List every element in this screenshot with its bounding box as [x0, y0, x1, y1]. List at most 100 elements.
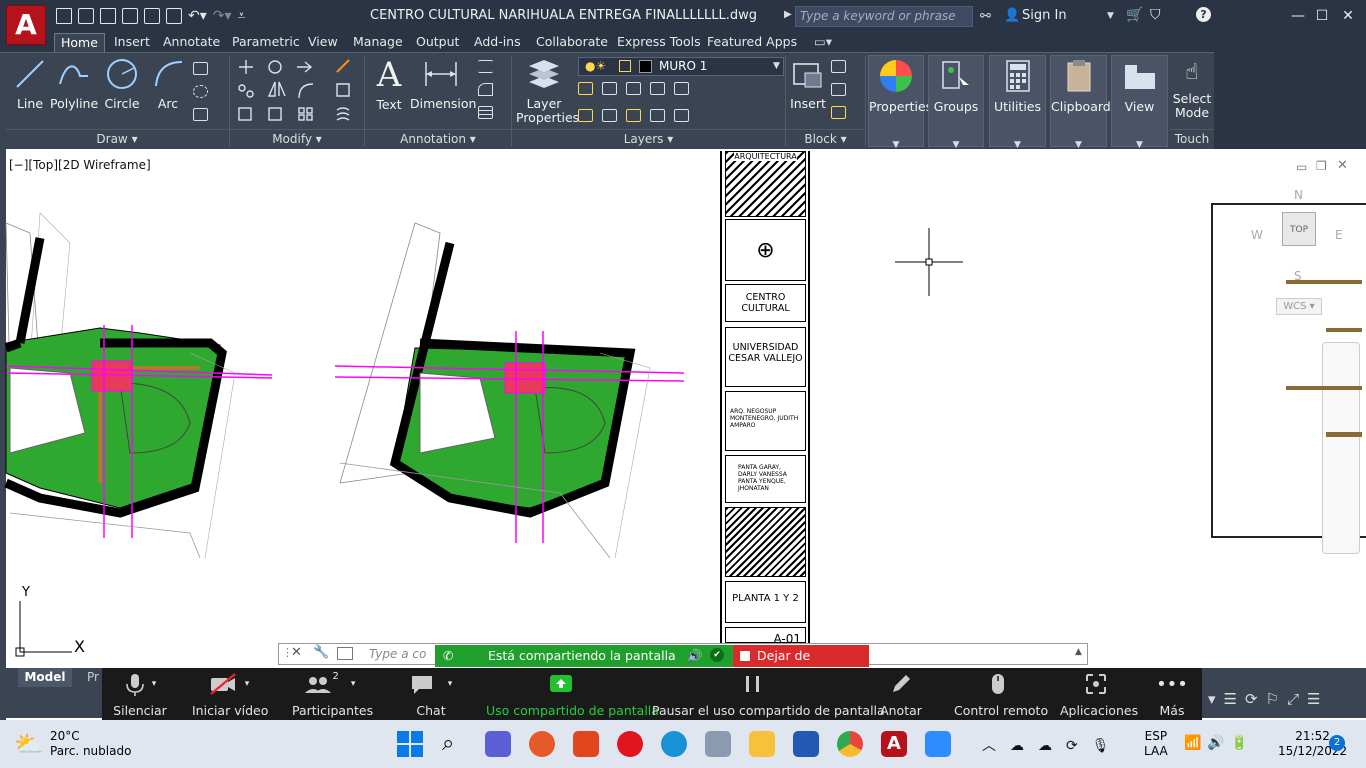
edit-block-icon[interactable] [831, 83, 846, 96]
circle-tool[interactable]: Circle [102, 58, 142, 111]
model-tab[interactable]: Model [18, 668, 72, 687]
language-indicator[interactable]: ESP LAA [1144, 729, 1168, 759]
insert-block-tool[interactable]: Insert [789, 58, 827, 111]
undo-icon[interactable]: ↶▾ [188, 8, 207, 26]
app-icon-2[interactable] [705, 731, 731, 757]
binoculars-icon[interactable]: ⚯ [980, 9, 994, 24]
attribute-icon[interactable] [831, 106, 846, 119]
dimension-tool[interactable]: Dimension [410, 58, 476, 111]
linear-dim-icon[interactable] [478, 60, 493, 73]
weather-widget[interactable]: 20°C Parc. nublado [50, 729, 131, 759]
remote-control-button[interactable]: Control remoto [954, 672, 1048, 718]
network-volume-battery-icons[interactable]: 📶🔊🔋 [1184, 735, 1254, 751]
create-block-icon[interactable] [831, 60, 846, 73]
tab-manage[interactable]: Manage [353, 33, 403, 52]
groups-tile[interactable]: Groups ▼ [928, 55, 984, 150]
cmd-history-icon[interactable]: ▲ [1075, 647, 1082, 657]
redo-icon[interactable]: ↷▾ [213, 8, 232, 26]
close-icon[interactable]: ✕ [1338, 6, 1358, 26]
expand-arrow-icon[interactable]: ▶ [784, 9, 792, 20]
annotate-button[interactable]: Anotar [878, 672, 924, 718]
layer-tool-8-icon[interactable] [626, 109, 641, 122]
modify-icons[interactable] [237, 58, 365, 126]
arc-tool[interactable]: Arc [150, 58, 186, 111]
draw-panel-title[interactable]: Draw ▾ [6, 129, 228, 147]
weather-icon[interactable]: ⛅ [14, 730, 44, 758]
word-icon[interactable] [793, 731, 819, 757]
zoom-taskbar-icon[interactable] [925, 731, 951, 757]
layout-tab-partial[interactable]: Pr [87, 670, 99, 684]
tab-insert[interactable]: Insert [114, 33, 150, 52]
participants-button[interactable]: 2 ▾ Participantes [292, 671, 373, 719]
app-icon-1[interactable] [529, 731, 555, 757]
minimize-icon[interactable]: — [1288, 6, 1308, 26]
modify-panel-title[interactable]: Modify ▾ [230, 129, 364, 147]
layer-tool-2-icon[interactable] [602, 82, 617, 95]
layer-tool-7-icon[interactable] [602, 109, 617, 122]
cmd-prompt-icon[interactable] [337, 647, 353, 660]
tab-annotate[interactable]: Annotate [163, 33, 220, 52]
cart-icon[interactable]: 🛒 [1126, 7, 1143, 23]
apps-button[interactable]: Aplicaciones [1060, 672, 1138, 718]
new-file-icon[interactable] [56, 8, 72, 24]
tab-add-ins[interactable]: Add-ins [474, 33, 521, 52]
viewcube-top[interactable]: TOP [1282, 212, 1316, 246]
viewport-restore-icon[interactable]: ❐ [1316, 159, 1327, 173]
autodesk-app-icon[interactable]: ⛉ [1150, 7, 1161, 23]
layer-tool-1-icon[interactable] [578, 82, 593, 95]
opera-icon[interactable] [617, 731, 643, 757]
table-icon[interactable] [478, 106, 493, 119]
utilities-tile[interactable]: Utilities ▼ [989, 55, 1046, 150]
notification-badge[interactable]: 2 [1329, 735, 1345, 751]
open-file-icon[interactable] [78, 8, 94, 24]
search-input[interactable]: Type a keyword or phrase [795, 6, 973, 27]
system-tray-icons[interactable]: ︿☁☁⟳🎙 [982, 735, 1124, 755]
pause-share-button[interactable]: Pausar el uso compartido de pantalla [652, 672, 885, 718]
rectangle-icon[interactable] [193, 62, 208, 75]
speaker-icon[interactable]: 🔊 [687, 645, 703, 667]
annotation-panel-title[interactable]: Annotation ▾ [365, 129, 511, 147]
line-tool[interactable]: Line [12, 58, 48, 111]
tab-collaborate[interactable]: Collaborate [536, 33, 608, 52]
help-icon[interactable]: ? [1196, 7, 1211, 22]
mute-button[interactable]: ▾ Silenciar [112, 672, 168, 718]
polyline-tool[interactable]: Polyline [50, 58, 98, 111]
status-bar-tools[interactable]: ▾☰⟳⚐⤢☰ [1204, 690, 1366, 718]
workspace-toggle-icon[interactable]: ▭▾ [814, 33, 832, 52]
layer-properties-tool[interactable]: Layer Properties [516, 58, 579, 125]
save-as-icon[interactable] [122, 8, 138, 24]
teams-chat-icon[interactable] [485, 731, 511, 757]
autocad-logo-button[interactable]: A [6, 5, 46, 45]
tab-home[interactable]: Home [54, 33, 105, 52]
maximize-icon[interactable]: ☐ [1312, 6, 1332, 26]
chat-button[interactable]: ▾ Chat [408, 672, 454, 718]
start-video-button[interactable]: ▾ Iniciar vídeo [192, 672, 268, 718]
layer-dropdown[interactable]: ●☀ MURO 1 ▼ [578, 57, 784, 76]
sign-in-button[interactable]: Sign In [1022, 8, 1067, 23]
region-icon[interactable] [193, 108, 208, 121]
text-tool[interactable]: A Text [370, 56, 408, 112]
tab-output[interactable]: Output [416, 33, 459, 52]
save-icon[interactable] [100, 8, 116, 24]
edge-icon[interactable] [661, 731, 687, 757]
view-tile[interactable]: View ▼ [1111, 55, 1168, 150]
block-panel-title[interactable]: Block ▾ [786, 129, 865, 147]
chrome-icon[interactable] [837, 731, 863, 757]
office-icon[interactable] [573, 731, 599, 757]
tab-express-tools[interactable]: Express Tools [617, 33, 701, 52]
navigation-bar[interactable] [1322, 342, 1360, 554]
customize-qat-icon[interactable]: ⩡ [238, 8, 246, 26]
print-icon[interactable] [166, 8, 182, 24]
properties-tile[interactable]: Properties ▼ [868, 55, 932, 150]
layer-tool-4-icon[interactable] [650, 82, 665, 95]
leader-icon[interactable] [478, 83, 493, 96]
autocad-taskbar-icon[interactable]: A [881, 731, 907, 757]
tab-featured-apps[interactable]: Featured Apps [707, 33, 797, 52]
cmd-customize-icon[interactable]: 🔧 [313, 645, 329, 660]
search-taskbar-icon[interactable]: ⌕ [442, 731, 454, 756]
viewport-minimize-icon[interactable]: ▭ [1296, 160, 1307, 174]
cmd-close-icon[interactable]: ✕ [291, 645, 302, 660]
wcs-dropdown[interactable]: WCS ▾ [1276, 298, 1322, 315]
layers-panel-title[interactable]: Layers ▾ [512, 129, 785, 147]
tab-view[interactable]: View [308, 33, 338, 52]
